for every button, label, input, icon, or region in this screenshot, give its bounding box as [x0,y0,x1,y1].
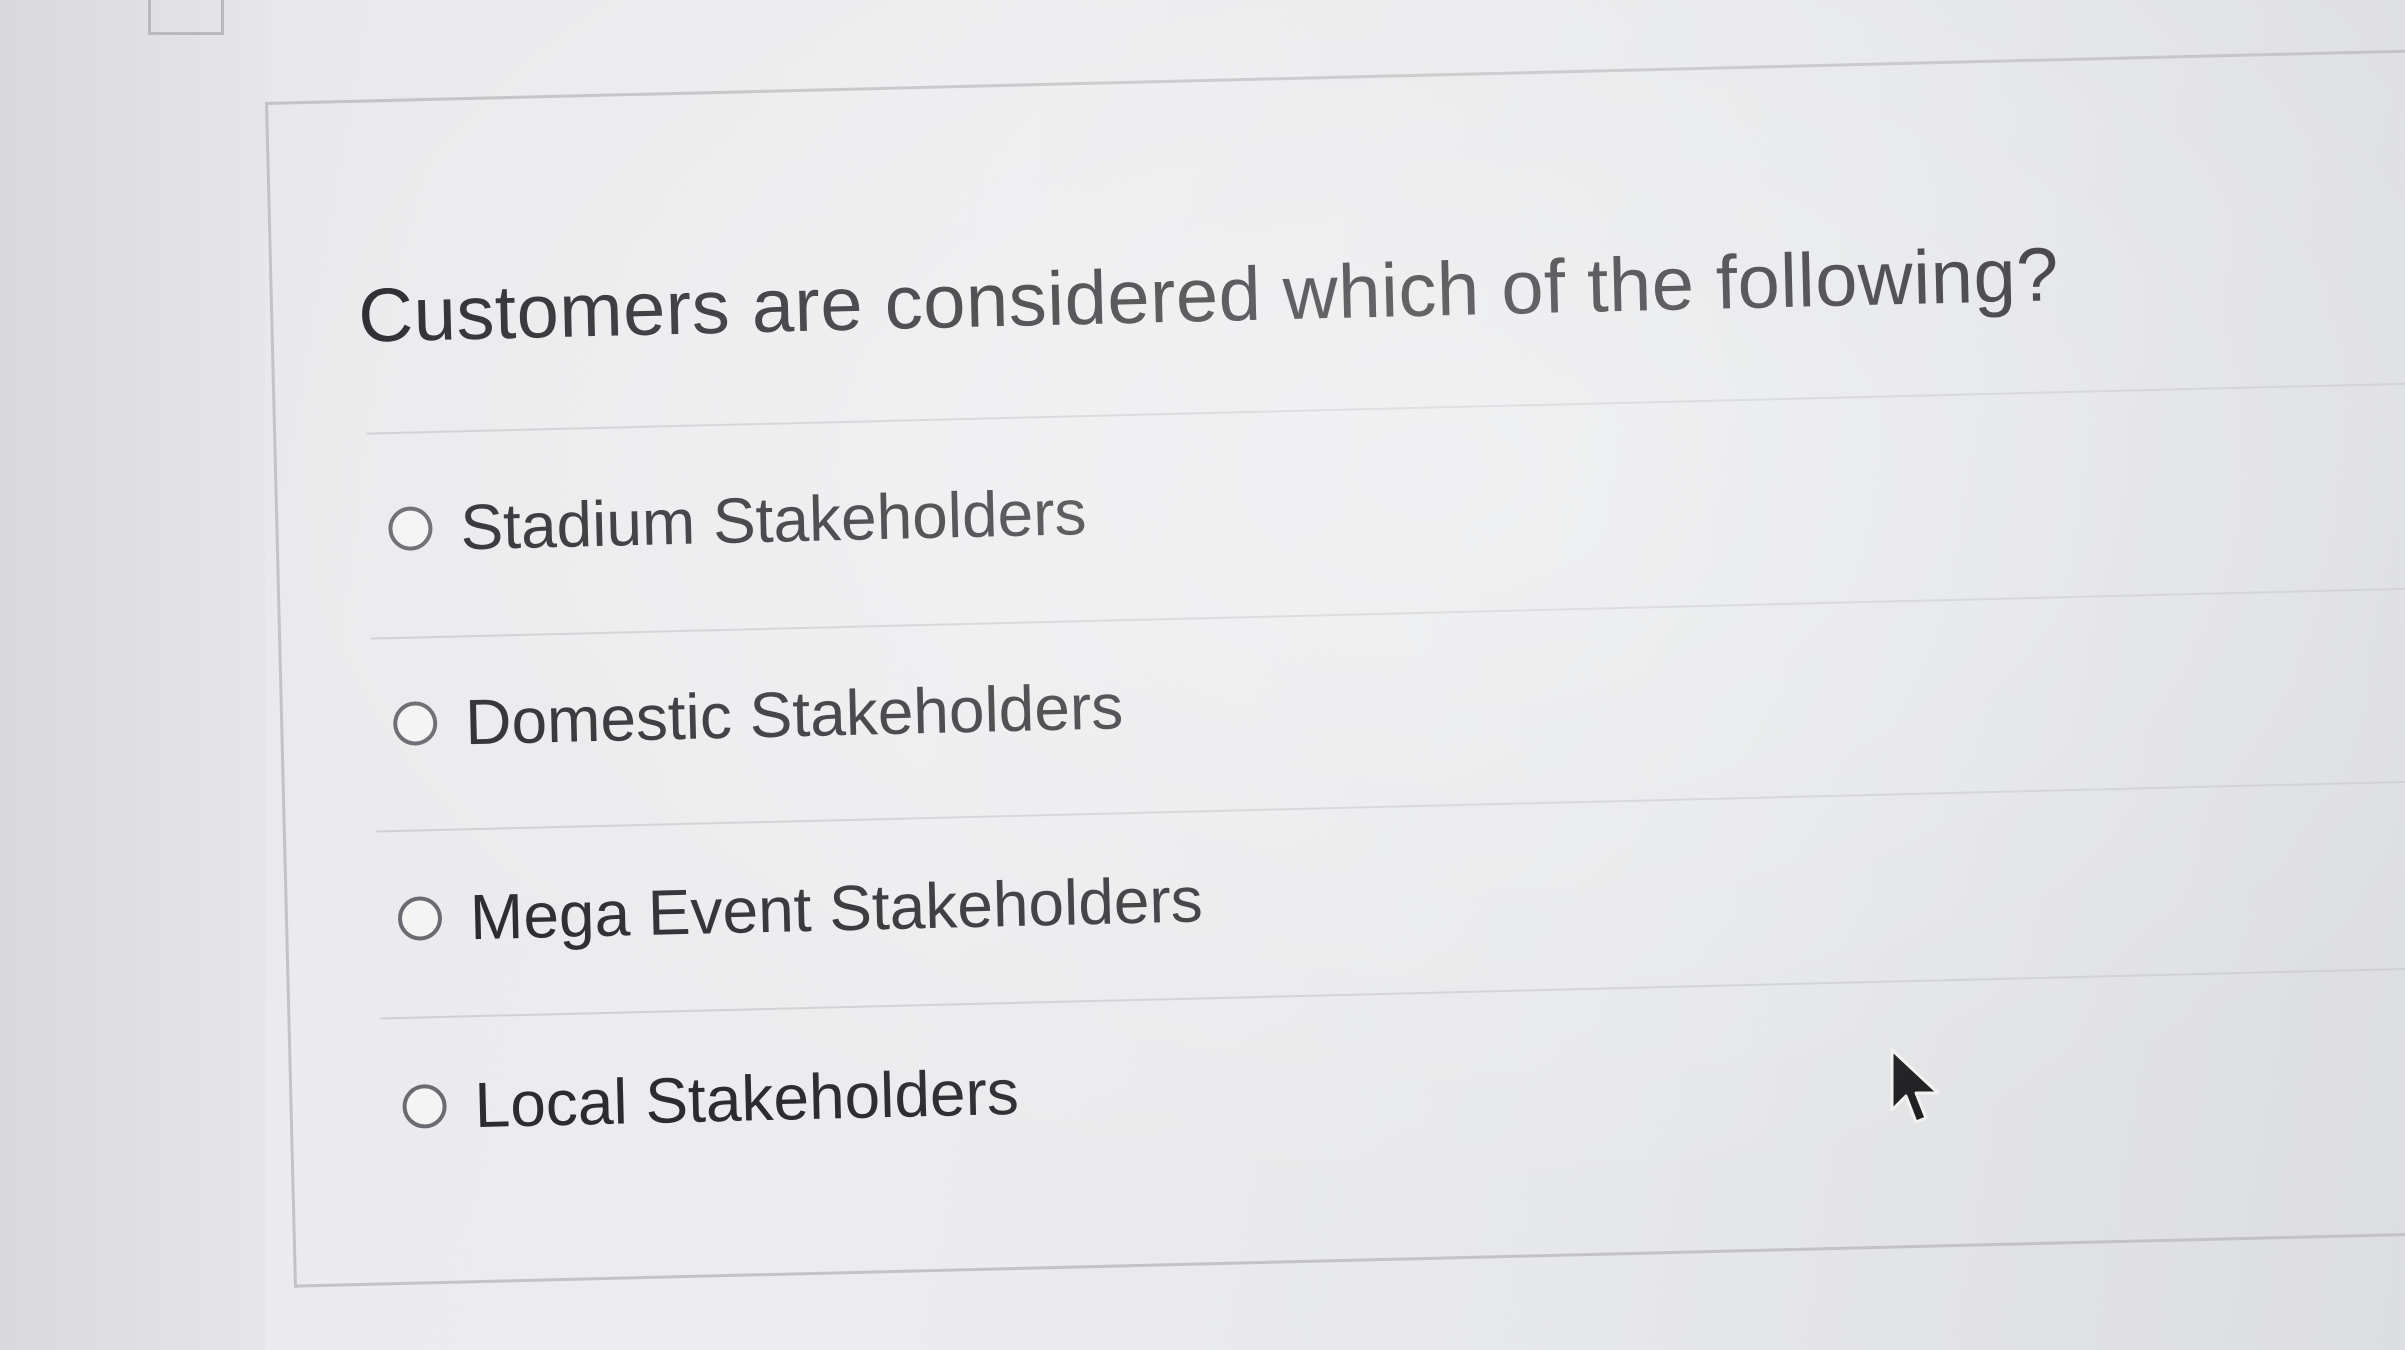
radio-button-icon[interactable] [387,506,433,552]
answer-option[interactable]: Domestic Stakeholders [392,669,1124,761]
answer-option[interactable]: Mega Event Stakeholders [397,862,1204,956]
question-prompt: Customers are considered which of the fo… [357,232,2060,359]
answer-option[interactable]: Stadium Stakeholders [387,475,1088,566]
divider [366,380,2405,435]
mouse-pointer-icon [1890,1048,1940,1124]
question-card: Customers are considered which of the fo… [265,48,2405,1288]
divider [380,964,2405,1020]
checkbox-partial [148,0,224,35]
answer-option[interactable]: Local Stakeholders [402,1055,1020,1144]
radio-button-icon[interactable] [402,1083,448,1129]
page-left-margin [0,0,265,1350]
radio-button-icon[interactable] [397,895,443,941]
divider [371,585,2405,640]
answer-option-label: Mega Event Stakeholders [469,863,1204,954]
radio-button-icon[interactable] [392,700,438,747]
answer-option-label: Stadium Stakeholders [459,476,1088,564]
answer-option-label: Domestic Stakeholders [464,670,1124,759]
divider [375,777,2405,833]
answer-option-label: Local Stakeholders [473,1055,1020,1142]
